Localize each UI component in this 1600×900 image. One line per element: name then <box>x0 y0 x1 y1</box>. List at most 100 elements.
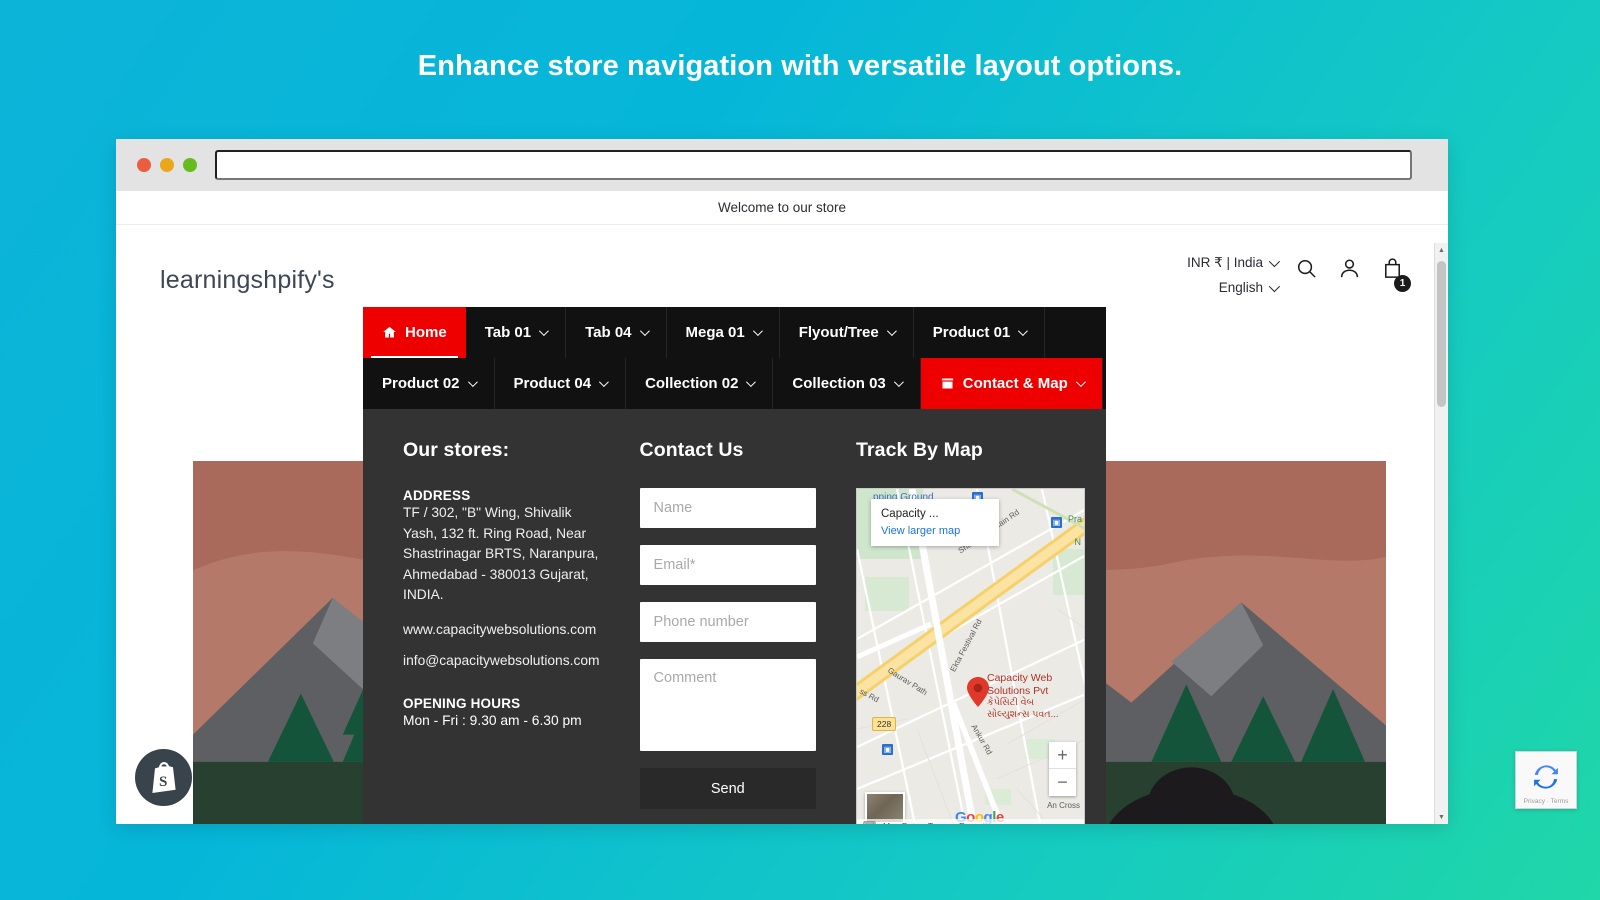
chevron-down-icon <box>539 326 549 337</box>
page-viewport: Welcome to our store learningshpify's IN… <box>116 191 1448 824</box>
map-marker-label-en: Capacity Web Solutions Pvt <box>987 672 1053 697</box>
scroll-up-arrow[interactable]: ▲ <box>1435 243 1448 257</box>
minimize-window-dot[interactable] <box>160 158 174 172</box>
nav-item-flyout-tree[interactable]: Flyout/Tree <box>780 307 914 358</box>
contact-us-column: Contact Us Send <box>620 439 836 824</box>
nav-item-home[interactable]: Home <box>363 307 466 358</box>
browser-chrome-bar <box>116 139 1448 191</box>
nav-item-label: Home <box>405 324 447 341</box>
store-icon <box>941 378 953 389</box>
page-scrollbar[interactable]: ▲ ▼ <box>1434 243 1448 824</box>
nav-item-product-02[interactable]: Product 02 <box>363 358 495 409</box>
language-selector[interactable]: English <box>1218 280 1281 295</box>
nav-item-tab-04[interactable]: Tab 04 <box>566 307 667 358</box>
phone-input[interactable] <box>639 602 816 642</box>
chevron-down-icon <box>599 377 609 388</box>
nav-item-contact-map[interactable]: Contact & Map <box>920 358 1103 409</box>
page-headline: Enhance store navigation with versatile … <box>417 50 1183 82</box>
google-map-embed[interactable]: pping Ground ▣ ▣ ▣ Pra N Shastri N... Ma… <box>856 488 1085 824</box>
nav-item-label: Contact & Map <box>962 375 1068 392</box>
nav-item-label: Flyout/Tree <box>798 324 879 341</box>
nav-item-label: Mega 01 <box>685 324 745 341</box>
store-logo[interactable]: learningshpify's <box>160 266 335 295</box>
opening-hours-block: OPENING HOURS Mon - Fri : 9.30 am - 6.30… <box>403 696 600 728</box>
report-map-error-link[interactable]: Report a map error <box>959 821 1031 825</box>
bus-stop-icon: ▣ <box>882 744 893 755</box>
recaptcha-icon <box>1533 764 1559 795</box>
track-by-map-column: Track By Map pping Ground ▣ ▣ ▣ Pra N Ma… <box>836 439 1086 824</box>
map-marker-label: Capacity Web Solutions Pvt કેપેસિટી વેબ … <box>987 672 1079 721</box>
view-larger-map-link[interactable]: View larger map <box>881 525 989 537</box>
highway-shield: 228 <box>872 717 897 731</box>
chevron-down-icon <box>639 326 650 337</box>
announcement-bar: Welcome to our store <box>116 191 1448 225</box>
nav-item-mega-01[interactable]: Mega 01 <box>667 307 780 358</box>
address-value: TF / 302, "B" Wing, Shivalik Yash, 132 f… <box>403 505 599 602</box>
send-button[interactable]: Send <box>639 768 816 809</box>
chevron-down-icon <box>467 377 478 388</box>
chevron-down-icon <box>746 377 757 388</box>
chevron-down-icon <box>752 326 763 337</box>
nav-row-2: Product 02 Product 04 Collection 02 Coll… <box>363 358 1106 409</box>
nav-item-tab-01[interactable]: Tab 01 <box>466 307 567 358</box>
header-right-group: INR ₹ | India English 1 <box>1187 247 1411 295</box>
chevron-down-icon <box>1018 326 1029 337</box>
recaptcha-badge[interactable]: Privacy · Terms <box>1515 751 1577 809</box>
cart-icon[interactable]: 1 <box>1381 257 1411 292</box>
contact-map-dropdown-panel: Our stores: ADDRESS TF / 302, "B" Wing, … <box>363 409 1106 824</box>
comment-textarea[interactable] <box>639 659 816 751</box>
keyboard-shortcut-icon[interactable]: ⌨ <box>863 820 876 824</box>
address-bar[interactable] <box>215 150 1412 180</box>
map-terms-link[interactable]: Terms <box>928 821 951 825</box>
header-icon-group: 1 <box>1295 247 1411 292</box>
nav-row-1: Home Tab 01 Tab 04 Mega 01 Flyout/Tree P… <box>363 307 1106 358</box>
maximize-window-dot[interactable] <box>183 158 197 172</box>
home-icon <box>383 326 396 338</box>
map-cross-label: An Cross <box>1047 801 1080 810</box>
bus-stop-icon: ▣ <box>1051 517 1062 528</box>
email-input[interactable] <box>639 545 816 585</box>
nav-item-label: Collection 02 <box>645 375 739 392</box>
close-window-dot[interactable] <box>137 158 151 172</box>
map-zoom-out-button[interactable]: − <box>1049 769 1076 796</box>
nav-item-label: Tab 04 <box>585 324 632 341</box>
map-attribution-bar: Map Data Terms Report a map error <box>857 819 1084 824</box>
header-selectors: INR ₹ | India English <box>1187 247 1281 295</box>
name-input[interactable] <box>639 488 816 528</box>
nav-item-label: Tab 01 <box>484 324 532 341</box>
currency-selector-label: INR ₹ | India <box>1187 255 1263 270</box>
track-by-map-title: Track By Map <box>856 439 983 461</box>
nav-item-label: Product 02 <box>382 375 460 392</box>
map-zoom-in-button[interactable]: + <box>1049 742 1076 769</box>
search-icon[interactable] <box>1295 257 1318 285</box>
nav-item-collection-03[interactable]: Collection 03 <box>773 358 921 409</box>
nav-item-product-01[interactable]: Product 01 <box>914 307 1046 358</box>
map-data-link[interactable]: Map Data <box>883 821 920 825</box>
nav-item-collection-02[interactable]: Collection 02 <box>626 358 774 409</box>
shopify-bag-icon[interactable]: S <box>135 749 192 806</box>
map-marker-label-gu: કેપેસિટી વેબ સોલ્યુશન્સ પવત... <box>987 697 1059 720</box>
currency-selector[interactable]: INR ₹ | India <box>1187 255 1281 271</box>
email-link[interactable]: info@capacitywebsolutions.com <box>403 653 600 668</box>
user-icon[interactable] <box>1338 257 1361 285</box>
map-marker-pin[interactable] <box>967 677 989 712</box>
map-area-label-pra: Pra <box>1067 514 1082 524</box>
nav-item-product-04[interactable]: Product 04 <box>495 358 627 409</box>
chevron-down-icon <box>893 377 904 388</box>
main-navigation: Home Tab 01 Tab 04 Mega 01 Flyout/Tree P… <box>363 307 1106 824</box>
chevron-down-icon <box>886 326 897 337</box>
language-selector-label: English <box>1218 280 1263 295</box>
recaptcha-label: Privacy · Terms <box>1523 798 1569 805</box>
address-label: ADDRESS <box>403 488 471 503</box>
map-zoom-controls: + − <box>1049 742 1076 796</box>
opening-hours-label: OPENING HOURS <box>403 695 521 711</box>
chevron-down-icon <box>1268 255 1281 268</box>
chevron-down-icon <box>1075 377 1086 388</box>
contact-us-title: Contact Us <box>639 439 744 461</box>
scroll-down-arrow[interactable]: ▼ <box>1435 810 1448 824</box>
chevron-down-icon <box>1268 280 1281 292</box>
our-stores-column: Our stores: ADDRESS TF / 302, "B" Wing, … <box>383 439 620 824</box>
opening-hours-value: Mon - Fri : 9.30 am - 6.30 pm <box>403 712 582 728</box>
scrollbar-thumb[interactable] <box>1437 261 1446 407</box>
website-link[interactable]: www.capacitywebsolutions.com <box>403 622 600 637</box>
